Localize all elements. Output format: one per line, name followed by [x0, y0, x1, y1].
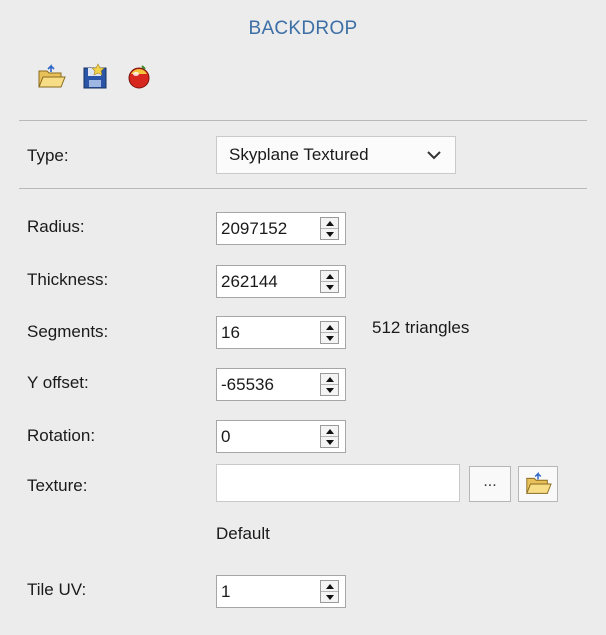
browse-button[interactable]: ... — [469, 466, 511, 502]
texture-label: Texture: — [27, 476, 88, 495]
rotation-spinner[interactable]: 0 — [216, 420, 346, 453]
spin-down-button[interactable] — [321, 282, 338, 292]
type-selected-value: Skyplane Textured — [229, 145, 369, 164]
rotation-label: Rotation: — [27, 426, 96, 445]
rotation-spin-buttons — [320, 425, 339, 448]
spin-up-button[interactable] — [321, 426, 338, 437]
type-dropdown[interactable]: Skyplane Textured — [216, 136, 456, 174]
divider — [19, 120, 587, 121]
spin-up-button[interactable] — [321, 581, 338, 592]
folder-open-icon[interactable] — [36, 62, 66, 92]
spin-down-button[interactable] — [321, 437, 338, 447]
type-label: Type: — [27, 146, 69, 165]
texture-input[interactable] — [216, 464, 460, 502]
y-offset-spinner[interactable]: -65536 — [216, 368, 346, 401]
spin-down-button[interactable] — [321, 333, 338, 343]
spin-down-button[interactable] — [321, 592, 338, 602]
segments-spin-buttons — [320, 321, 339, 344]
spin-up-button[interactable] — [321, 374, 338, 385]
tile-uv-label: Tile UV: — [27, 580, 87, 599]
folder-open-icon — [526, 471, 552, 494]
save-disk-icon[interactable] — [80, 62, 110, 92]
divider — [19, 188, 587, 189]
rotation-value: 0 — [221, 427, 231, 446]
thickness-spin-buttons — [320, 270, 339, 293]
thickness-spinner[interactable]: 262144 — [216, 265, 346, 298]
backdrop-panel: BACKDROP Type: Skyplane Textured Radius:… — [0, 0, 606, 635]
spin-up-button[interactable] — [321, 218, 338, 229]
thickness-label: Thickness: — [27, 270, 109, 289]
spin-up-button[interactable] — [321, 271, 338, 282]
radius-value: 2097152 — [221, 219, 288, 238]
thickness-value: 262144 — [221, 272, 278, 291]
spin-down-button[interactable] — [321, 229, 338, 239]
radius-label: Radius: — [27, 217, 85, 236]
open-texture-button[interactable] — [518, 466, 558, 502]
spin-down-button[interactable] — [321, 385, 338, 395]
radius-spin-buttons — [320, 217, 339, 240]
y-offset-label: Y offset: — [27, 373, 89, 392]
texture-status: Default — [216, 524, 270, 543]
segments-label: Segments: — [27, 322, 109, 341]
segments-value: 16 — [221, 323, 240, 342]
spin-up-button[interactable] — [321, 322, 338, 333]
color-ball-icon[interactable] — [124, 62, 154, 92]
tile-uv-value: 1 — [221, 582, 231, 601]
panel-title: BACKDROP — [248, 18, 358, 39]
chevron-down-icon — [425, 146, 443, 164]
tile-uv-spin-buttons — [320, 580, 339, 603]
segments-spinner[interactable]: 16 — [216, 316, 346, 349]
y-offset-spin-buttons — [320, 373, 339, 396]
radius-spinner[interactable]: 2097152 — [216, 212, 346, 245]
y-offset-value: -65536 — [221, 375, 274, 394]
tile-uv-spinner[interactable]: 1 — [216, 575, 346, 608]
triangle-count: 512 triangles — [372, 318, 470, 337]
